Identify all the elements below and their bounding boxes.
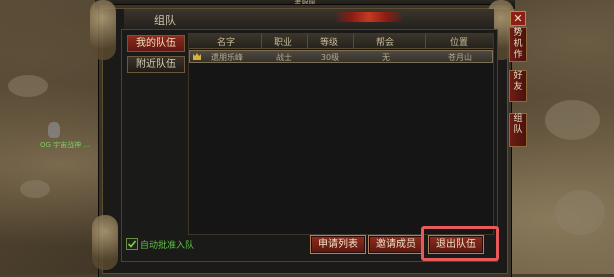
- rock: [20, 180, 50, 198]
- auto-approve-checkbox[interactable]: [126, 238, 138, 250]
- column-header-class: 职业: [273, 38, 292, 48]
- column-divider: [353, 34, 354, 48]
- table-row[interactable]: 遗朋乐峰 战士 30级 无 苍月山: [189, 50, 493, 63]
- player-name-label: OG 宇宙战神 ...: [40, 141, 91, 149]
- side-tab-team[interactable]: 组 队: [509, 113, 527, 147]
- dragon-ornament-left: [90, 0, 116, 60]
- title-ornament: [334, 12, 404, 22]
- side-tab-friends[interactable]: 好 友: [509, 70, 527, 102]
- tab-nearby-teams[interactable]: 附近队伍: [127, 56, 185, 73]
- player-character[interactable]: [48, 122, 60, 138]
- auto-approve-label: 自动批准入队: [140, 241, 195, 251]
- apply-list-button[interactable]: 申请列表: [310, 235, 366, 254]
- column-divider: [307, 34, 308, 48]
- column-header-level: 等级: [319, 38, 338, 48]
- rock: [555, 190, 605, 235]
- invite-member-button[interactable]: 邀请成员: [368, 235, 424, 254]
- tab-my-team[interactable]: 我的队伍: [127, 35, 185, 52]
- table-header: 名字 职业 等级 帮会 位置: [189, 34, 493, 49]
- checkmark-icon: [127, 240, 137, 248]
- member-location: 苍月山: [448, 53, 472, 62]
- rock: [545, 100, 600, 140]
- column-divider: [425, 34, 426, 48]
- column-divider: [261, 34, 262, 48]
- leader-crown-icon: [193, 53, 201, 60]
- window-title: 组队: [154, 14, 176, 27]
- member-guild: 无: [382, 53, 390, 62]
- member-level: 30级: [320, 53, 340, 62]
- window-title-bar: 组队: [124, 9, 494, 30]
- rock: [8, 75, 48, 97]
- column-header-name: 名字: [216, 38, 235, 48]
- member-class: 战士: [276, 53, 292, 62]
- team-table: 名字 职业 等级 帮会 位置 遗朋乐峰 战士 30级 无 苍月山: [188, 33, 494, 235]
- leave-button-highlight: [421, 226, 499, 261]
- column-header-guild: 帮会: [375, 38, 394, 48]
- side-tab-skills[interactable]: 势 机 作: [509, 27, 527, 62]
- column-header-location: 位置: [449, 38, 468, 48]
- close-button[interactable]: ✕: [510, 11, 526, 26]
- dragon-ornament-bottom-left: [92, 215, 118, 270]
- member-name: 遗朋乐峰: [211, 53, 243, 62]
